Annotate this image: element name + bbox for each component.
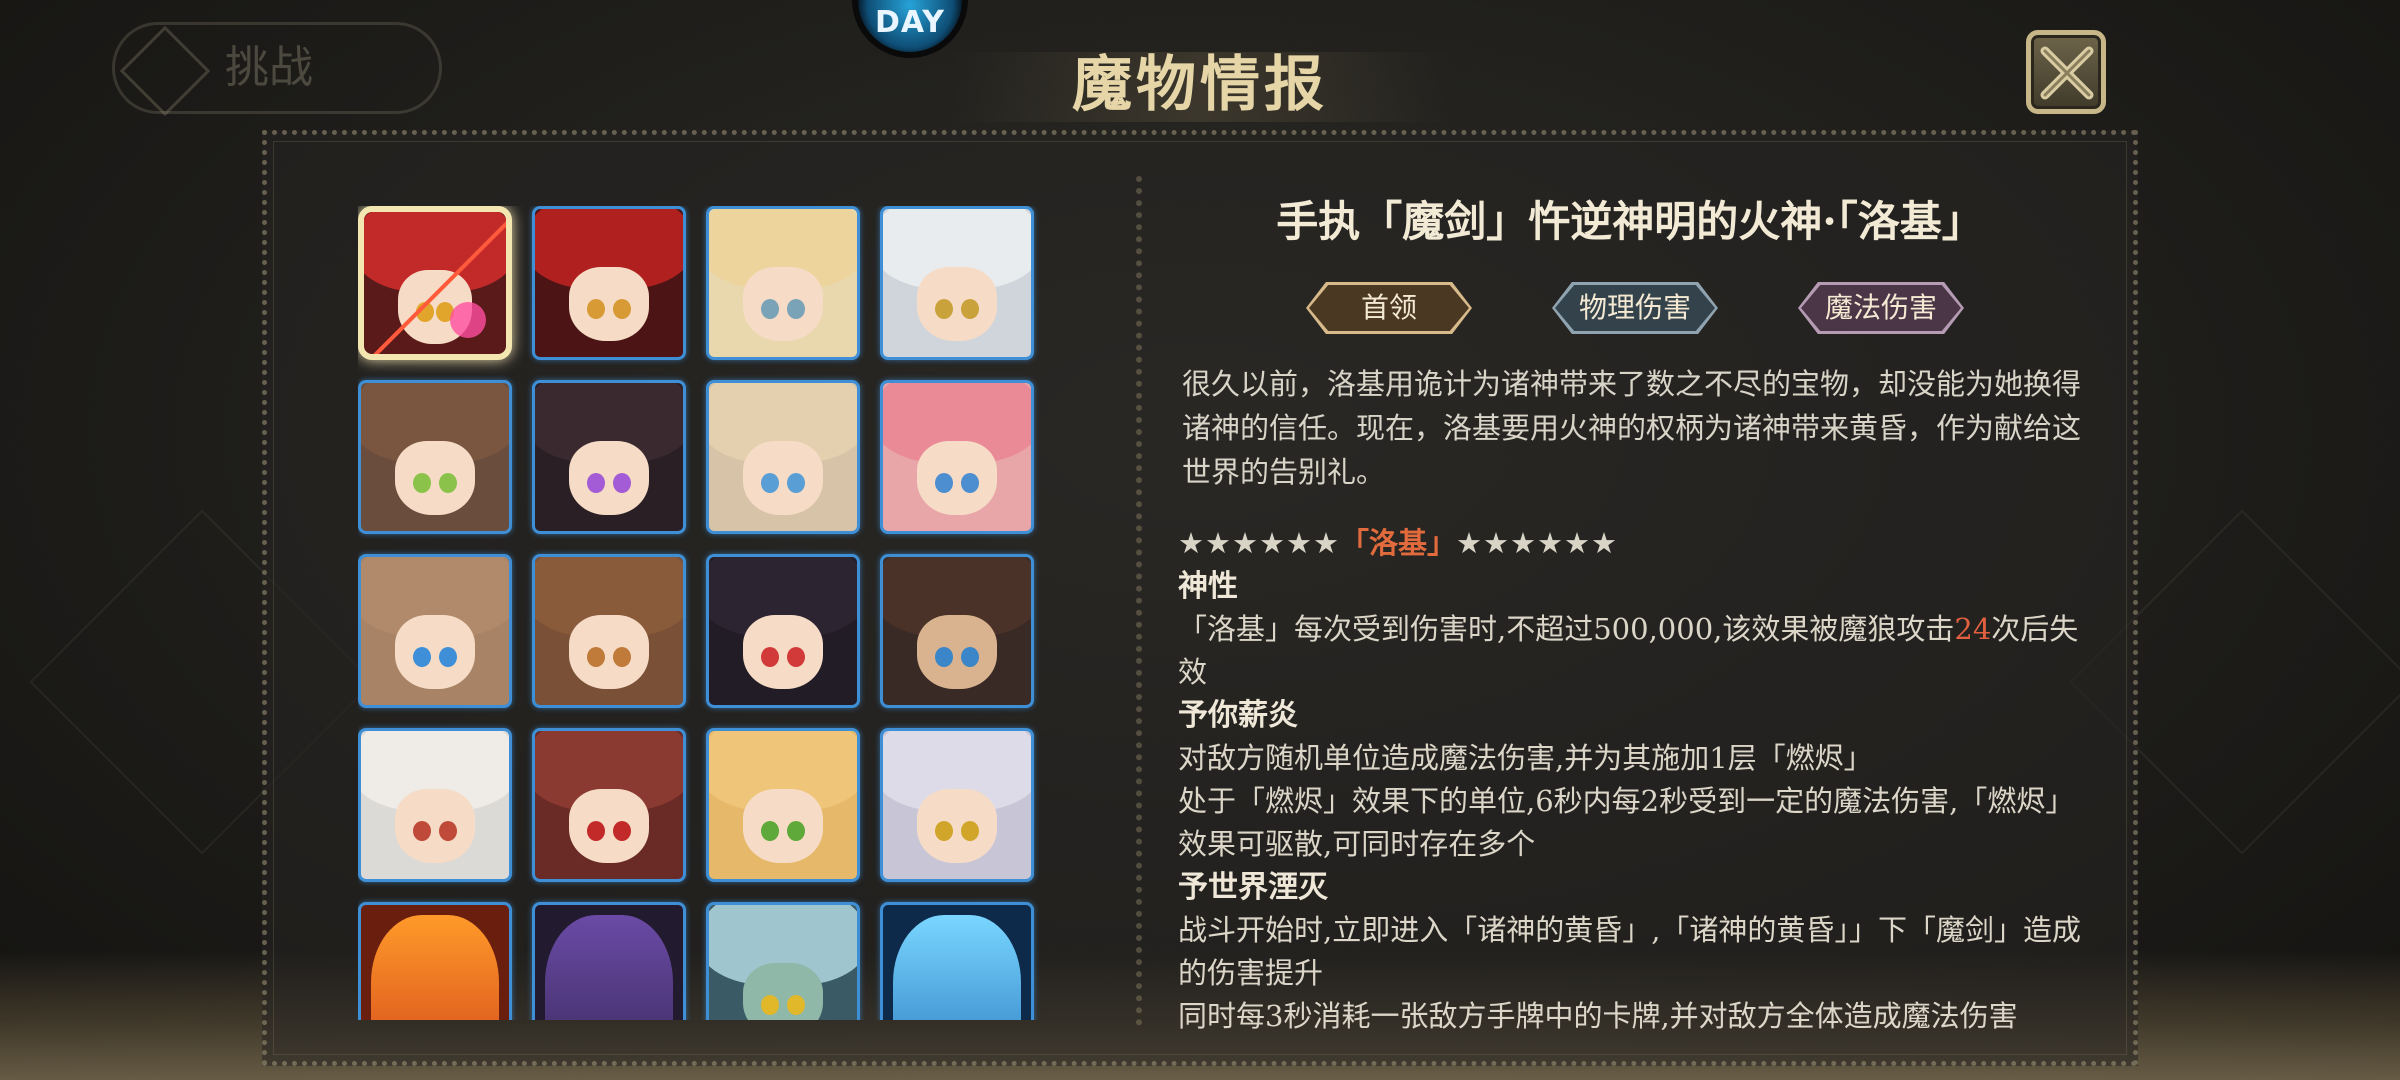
tag-physical-damage: 物理伤害 [1552,282,1718,334]
skill-text: 「洛基」每次受到伤害时,不超过500,000,该效果被魔狼攻击24次后失效 [1178,612,2079,689]
monster-tile[interactable] [706,902,860,1020]
monster-tile-ice-beast[interactable] [880,902,1034,1020]
monster-tile[interactable] [532,554,686,708]
monster-tile[interactable] [880,380,1034,534]
close-x-icon [2040,46,2094,100]
monster-description: 很久以前，洛基用诡计为诸神带来了数之不尽的宝物，却没能为她换得诸神的信任。现在，… [1182,367,2082,489]
monster-tile[interactable] [532,380,686,534]
stars-name: 「洛基」 [1340,526,1457,560]
monster-tile[interactable] [706,728,860,882]
monster-tile[interactable] [880,728,1034,882]
monster-tile[interactable] [358,728,512,882]
skill-text: 对敌方随机单位造成魔法伤害,并为其施加1层「燃烬」 [1178,741,1873,775]
tag-magic-damage: 魔法伤害 [1798,282,1964,334]
monster-tile[interactable] [358,554,512,708]
stars-left: ★★★★★★ [1178,526,1340,560]
skill-text: 处于「燃烬」效果下的单位,6秒内每2秒受到一定的魔法伤害,「燃烬」效果可驱散,可… [1178,784,2075,861]
monster-tile[interactable] [706,554,860,708]
panel-divider [1136,176,1142,1026]
monster-tile[interactable] [358,380,512,534]
stars-right: ★★★★★★ [1456,526,1619,560]
tag-boss: 首领 [1306,282,1472,334]
skill-title: 予世界湮灭 [1178,870,1328,905]
monster-tile[interactable] [706,206,860,360]
hit-count: 24 [1954,612,1992,646]
magic-sword-icon [373,221,506,354]
skill-title: 予你薪炎 [1178,698,1298,733]
monster-grid[interactable] [358,206,1044,1020]
close-button[interactable] [2026,30,2106,114]
monster-tile-fire-beast[interactable] [358,902,512,1020]
monster-tile[interactable] [880,206,1034,360]
monster-tile[interactable] [532,206,686,360]
stars-line: ★★★★★★「洛基」★★★★★★ [1178,522,2098,565]
monster-skills-scroll[interactable]: ★★★★★★「洛基」★★★★★★ 神性 「洛基」每次受到伤害时,不超过500,0… [1178,522,2098,1040]
monster-tile-loki[interactable] [358,206,512,360]
skill-text: 同时每3秒消耗一张敌方手牌中的卡牌,并对敌方全体造成魔法伤害 [1178,999,2018,1033]
monster-tile[interactable] [880,554,1034,708]
monster-tile[interactable] [532,728,686,882]
monster-tile[interactable] [706,380,860,534]
skill-title: 神性 [1178,569,1238,604]
skill-text: 战斗开始时,立即进入「诸神的黄昏」,「诸神的黄昏」」下「魔剑」造成的伤害提升 [1178,913,2081,990]
monster-tile-dark-dragon[interactable] [532,902,686,1020]
monster-name: 手执「魔剑」忤逆神明的火神·「洛基」 [1276,197,1984,246]
